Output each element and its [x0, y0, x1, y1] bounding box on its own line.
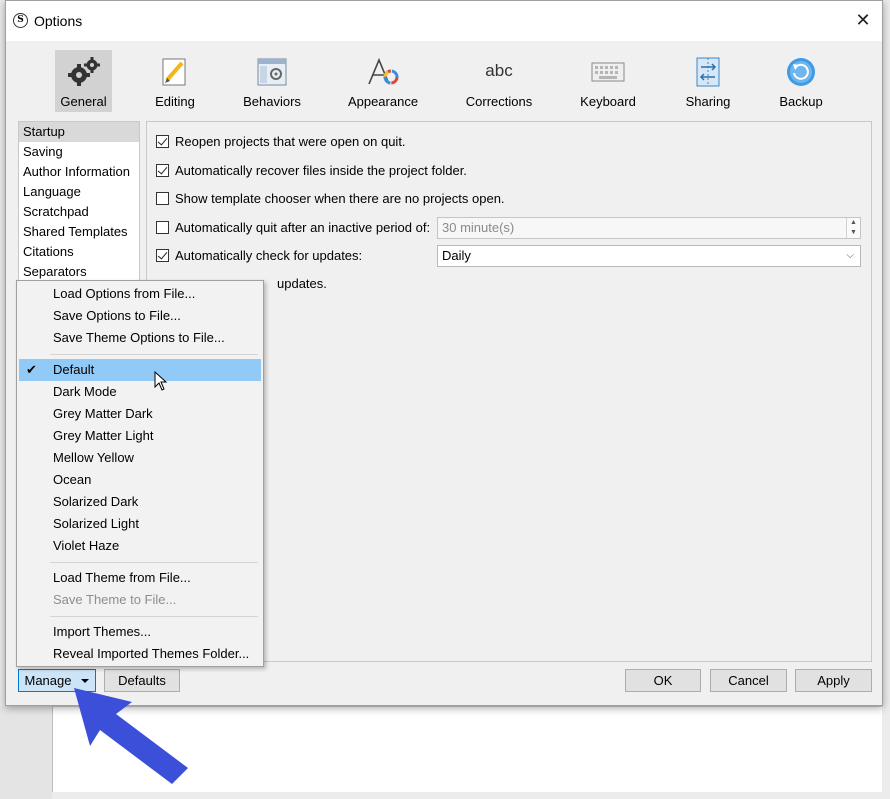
abc-icon-text: abc	[485, 61, 513, 80]
tab-general-label: General	[60, 94, 107, 109]
category-item-startup[interactable]: Startup	[19, 122, 139, 142]
recover-files-option[interactable]: Automatically recover files inside the p…	[156, 161, 467, 181]
sync-arrows-icon	[690, 56, 726, 88]
template-chooser-checkbox[interactable]	[156, 192, 169, 205]
title-bar: S Options ✕	[6, 1, 882, 41]
beta-updates-label: updates.	[277, 276, 327, 291]
options-toolbar: General Editing Behaviors Appearance abc…	[6, 41, 882, 117]
template-chooser-label: Show template chooser when there are no …	[175, 191, 505, 206]
cancel-button[interactable]: Cancel	[710, 669, 787, 692]
tab-sharing[interactable]: Sharing	[680, 50, 736, 112]
gears-icon	[66, 56, 102, 88]
tab-keyboard[interactable]: Keyboard	[576, 50, 640, 112]
close-button[interactable]: ✕	[852, 9, 874, 31]
window-gear-icon	[254, 56, 290, 88]
inactive-period-field[interactable]: 30 minute(s) ▲ ▼	[437, 217, 861, 239]
category-list: Startup Saving Author Information Langua…	[18, 121, 140, 281]
check-updates-checkbox[interactable]	[156, 249, 169, 262]
update-frequency-value: Daily	[442, 248, 471, 263]
apply-button[interactable]: Apply	[795, 669, 872, 692]
reopen-projects-label: Reopen projects that were open on quit.	[175, 134, 406, 149]
menu-item-theme-default[interactable]: ✔ Default	[19, 359, 261, 381]
category-item-citations[interactable]: Citations	[19, 242, 139, 262]
ok-button[interactable]: OK	[625, 669, 701, 692]
auto-quit-checkbox[interactable]	[156, 221, 169, 234]
menu-item-theme-solarized-light[interactable]: Solarized Light	[19, 513, 261, 535]
menu-separator	[50, 616, 258, 617]
menu-item-save-theme: Save Theme to File...	[53, 592, 177, 607]
beta-updates-option[interactable]: updates.	[277, 274, 327, 294]
background-sidebar	[0, 706, 52, 799]
chevron-down-icon: ⌵	[846, 250, 854, 261]
tab-editing[interactable]: Editing	[146, 50, 204, 112]
tab-sharing-label: Sharing	[685, 94, 731, 109]
menu-item-theme-default-label: Default	[53, 362, 95, 377]
manage-menu: Load Options from File... Save Options t…	[16, 280, 264, 667]
reopen-projects-checkbox[interactable]	[156, 135, 169, 148]
menu-separator	[50, 354, 258, 355]
tab-editing-label: Editing	[155, 94, 195, 109]
tab-corrections-label: Corrections	[465, 94, 533, 109]
menu-item-load-theme[interactable]: Load Theme from File...	[19, 567, 261, 589]
menu-item-save-theme-options[interactable]: Save Theme Options to File...	[19, 327, 261, 349]
menu-item-save-options[interactable]: Save Options to File...	[19, 305, 261, 327]
check-updates-label: Automatically check for updates:	[175, 248, 363, 263]
menu-item-reveal-themes-folder[interactable]: Reveal Imported Themes Folder...	[19, 643, 261, 665]
menu-separator	[50, 562, 258, 563]
auto-quit-option[interactable]: Automatically quit after an inactive per…	[156, 218, 430, 238]
tab-corrections[interactable]: abc Corrections	[461, 50, 537, 112]
menu-item-theme-mellow-yellow[interactable]: Mellow Yellow	[19, 447, 261, 469]
window-title: Options	[34, 13, 83, 29]
checkmark-icon: ✔	[26, 362, 37, 377]
inactive-period-spinner[interactable]: ▲ ▼	[846, 218, 860, 238]
tab-backup[interactable]: Backup	[774, 50, 828, 112]
tab-keyboard-label: Keyboard	[580, 94, 636, 109]
menu-item-theme-ocean[interactable]: Ocean	[19, 469, 261, 491]
tab-behaviors[interactable]: Behaviors	[240, 50, 304, 112]
reopen-projects-option[interactable]: Reopen projects that were open on quit.	[156, 132, 406, 152]
category-item-language[interactable]: Language	[19, 182, 139, 202]
menu-item-theme-violet-haze[interactable]: Violet Haze	[19, 535, 261, 557]
template-chooser-option[interactable]: Show template chooser when there are no …	[156, 189, 505, 209]
category-item-shared-templates[interactable]: Shared Templates	[19, 222, 139, 242]
recover-files-checkbox[interactable]	[156, 164, 169, 177]
keyboard-icon	[590, 56, 626, 88]
caret-down-icon	[81, 679, 90, 683]
auto-quit-label: Automatically quit after an inactive per…	[175, 220, 431, 235]
tab-appearance-label: Appearance	[347, 94, 419, 109]
tab-general[interactable]: General	[55, 50, 112, 112]
category-item-scratchpad[interactable]: Scratchpad	[19, 202, 139, 222]
menu-item-theme-grey-matter-dark[interactable]: Grey Matter Dark	[19, 403, 261, 425]
pencil-icon	[157, 56, 193, 88]
menu-item-theme-dark-mode[interactable]: Dark Mode	[19, 381, 261, 403]
category-item-author-information[interactable]: Author Information	[19, 162, 139, 182]
category-item-saving[interactable]: Saving	[19, 142, 139, 162]
category-item-separators[interactable]: Separators	[19, 262, 139, 282]
app-logo-icon: S	[13, 13, 28, 28]
menu-item-theme-solarized-dark[interactable]: Solarized Dark	[19, 491, 261, 513]
check-updates-option[interactable]: Automatically check for updates:	[156, 246, 362, 266]
mouse-cursor-icon	[154, 371, 168, 391]
recover-files-label: Automatically recover files inside the p…	[175, 163, 467, 178]
tab-appearance[interactable]: Appearance	[343, 50, 423, 112]
menu-item-import-themes[interactable]: Import Themes...	[19, 621, 261, 643]
tab-backup-label: Backup	[779, 94, 823, 109]
backup-icon	[783, 56, 819, 88]
tab-behaviors-label: Behaviors	[243, 94, 301, 109]
manage-button-label: Manage	[24, 673, 72, 688]
annotation-arrow-icon	[74, 688, 188, 784]
menu-item-theme-grey-matter-light[interactable]: Grey Matter Light	[19, 425, 261, 447]
abc-icon: abc	[479, 56, 519, 88]
menu-item-load-options[interactable]: Load Options from File...	[19, 283, 261, 305]
update-frequency-select[interactable]: Daily ⌵	[437, 245, 861, 267]
font-color-icon	[365, 56, 401, 88]
inactive-period-value: 30 minute(s)	[442, 220, 515, 235]
